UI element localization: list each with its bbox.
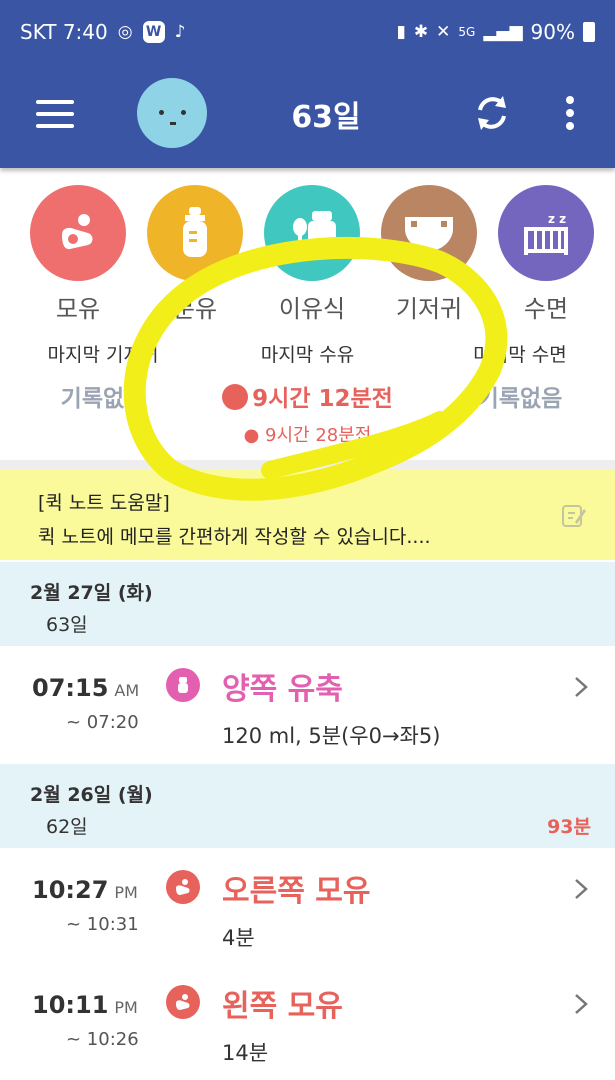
bottle-icon	[147, 185, 243, 281]
entry-start-time: 10:11 PM	[32, 991, 138, 1019]
entry-start-time: 10:27 PM	[32, 876, 138, 904]
category-label: 수면	[523, 295, 569, 323]
chevron-right-icon	[575, 994, 588, 1014]
category-formula[interactable]: 분유	[135, 185, 255, 324]
category-label: 분유	[172, 295, 218, 323]
status-bar: SKT 7:40 ◎ W ♪ ▮ ✱ ✕ 5G ▂▄▆ 90%	[0, 0, 615, 60]
mute-icon: ✕	[436, 22, 451, 42]
diaper-icon	[381, 185, 477, 281]
day-count: 62일	[46, 816, 88, 838]
svg-text:z z: z z	[548, 212, 566, 226]
baby-food-icon	[264, 185, 360, 281]
day-total: 93분	[547, 816, 591, 838]
day-date: 2월 27일 (화)	[30, 582, 153, 604]
category-buttons: 모유 분유 이유식 기저귀 z z 수면	[0, 185, 615, 325]
w-app-icon: W	[142, 21, 165, 43]
day-header: 2월 26일 (월) 62일 93분	[0, 764, 615, 848]
summary-subvalue: ● 9시간 28분전	[243, 425, 372, 446]
record-entry[interactable]: 10:27 PM ~ 10:31 오른쪽 모유 4분	[0, 848, 615, 963]
instagram-icon: ◎	[117, 22, 133, 42]
category-label: 모유	[55, 295, 101, 323]
5g-icon: 5G	[458, 25, 476, 39]
chevron-right-icon	[575, 677, 588, 697]
chevron-right-icon	[575, 879, 588, 899]
summary-value: 기록없음	[477, 386, 563, 412]
last-diaper-summary[interactable]: 마지막 기저귀 기록없음	[28, 340, 178, 413]
carrier-time: SKT 7:40	[20, 20, 108, 44]
breastfeeding-icon	[166, 985, 200, 1019]
category-label: 이유식	[278, 295, 346, 323]
battery-level: 90%	[530, 20, 575, 44]
category-breastfeeding[interactable]: 모유	[18, 185, 138, 324]
entry-detail: 120 ml, 5분(우0→좌5)	[222, 724, 441, 748]
bluetooth-icon: ✱	[413, 22, 429, 42]
record-entry[interactable]: 07:15 AM ~ 07:20 양쪽 유축 120 ml, 5분(우0→좌5)	[0, 646, 615, 761]
battery-saver-icon: ▮	[396, 22, 406, 42]
last-feeding-summary[interactable]: 마지막 수유 9시간 12분전 ● 9시간 28분전	[200, 340, 415, 447]
more-options-icon[interactable]	[566, 96, 576, 132]
day-header: 2월 27일 (화) 63일	[0, 562, 615, 646]
summary-value: 9시간 12분전	[200, 379, 415, 413]
quick-note-body: 퀵 노트에 메모를 간편하게 작성할 수 있습니다....	[38, 526, 431, 548]
entry-title: 오른쪽 모유	[222, 874, 371, 909]
pump-icon	[166, 668, 200, 702]
entry-title: 왼쪽 모유	[222, 989, 343, 1024]
section-divider	[0, 460, 615, 470]
category-diaper[interactable]: 기저귀	[369, 185, 489, 324]
last-records-summary: 마지막 기저귀 기록없음 마지막 수유 9시간 12분전 ● 9시간 28분전 …	[0, 340, 615, 450]
category-label: 기저귀	[395, 295, 463, 323]
summary-title: 마지막 기저귀	[47, 344, 159, 366]
crib-icon: z z	[498, 185, 594, 281]
battery-icon	[583, 22, 595, 42]
notification-icon: ♪	[174, 22, 186, 42]
signal-icon: ▂▄▆	[483, 22, 523, 42]
page-title: 63일	[291, 100, 361, 135]
breastfeeding-icon	[222, 384, 249, 410]
entry-title: 양쪽 유축	[222, 672, 343, 707]
summary-title: 마지막 수면	[473, 344, 567, 366]
breastfeeding-icon	[166, 870, 200, 904]
app-bar: 63일	[0, 60, 615, 168]
day-date: 2월 26일 (월)	[30, 784, 153, 806]
summary-value: 기록없음	[60, 386, 146, 412]
entry-end-time: ~ 10:26	[66, 1029, 139, 1050]
entry-end-time: ~ 07:20	[66, 712, 139, 733]
quick-note-title: [퀵 노트 도움말]	[38, 492, 170, 514]
entry-start-time: 07:15 AM	[32, 674, 140, 702]
edit-note-icon[interactable]	[561, 502, 587, 528]
entry-detail: 4분	[222, 926, 255, 950]
breastfeeding-icon	[30, 185, 126, 281]
category-baby-food[interactable]: 이유식	[252, 185, 372, 324]
entry-end-time: ~ 10:31	[66, 914, 139, 935]
last-sleep-summary[interactable]: 마지막 수면 기록없음	[445, 340, 595, 413]
quick-note[interactable]: [퀵 노트 도움말] 퀵 노트에 메모를 간편하게 작성할 수 있습니다....	[0, 470, 615, 560]
entry-detail: 14분	[222, 1041, 269, 1065]
summary-title: 마지막 수유	[260, 344, 355, 366]
record-entry[interactable]: 10:11 PM ~ 10:26 왼쪽 모유 14분	[0, 963, 615, 1078]
category-sleep[interactable]: z z 수면	[486, 185, 606, 324]
day-count: 63일	[46, 614, 88, 636]
sync-icon[interactable]	[472, 93, 512, 133]
